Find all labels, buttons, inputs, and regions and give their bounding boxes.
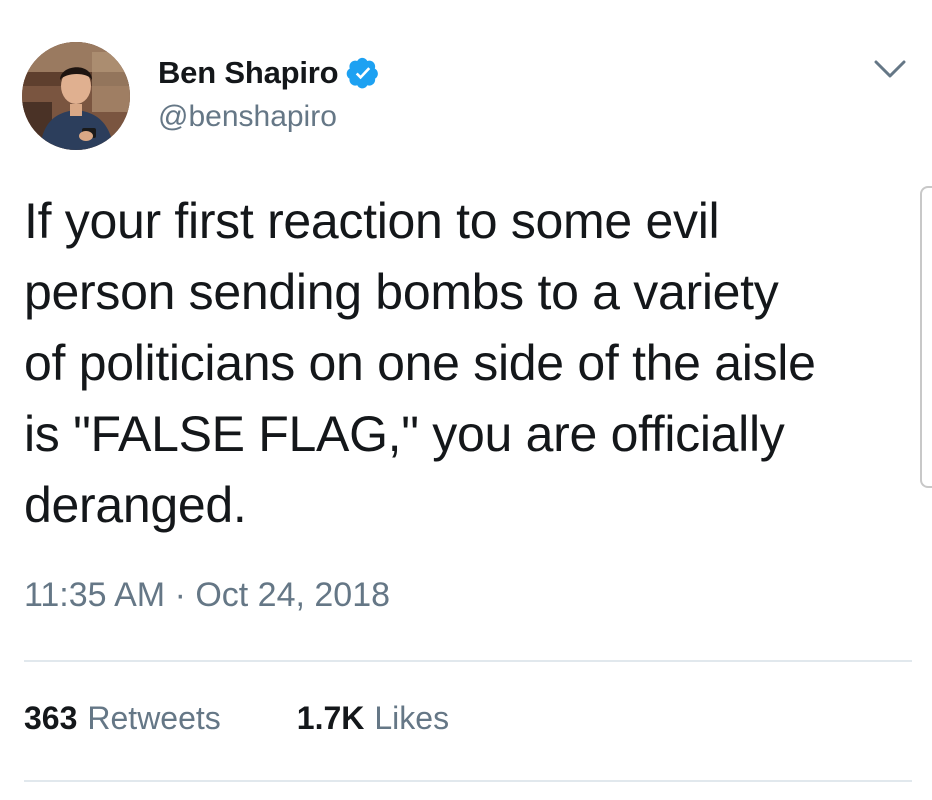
tweet-timestamp[interactable]: 11:35 AM · Oct 24, 2018 [24, 576, 390, 615]
verified-badge-icon [346, 56, 380, 90]
scroll-handle[interactable] [920, 186, 932, 488]
tweet-text-line: deranged. [24, 477, 247, 533]
divider [24, 780, 912, 782]
tweet-text: If your first reaction to some evil pers… [24, 186, 919, 541]
display-name[interactable]: Ben Shapiro [158, 55, 339, 91]
likes-stat[interactable]: 1.7K Likes [297, 700, 449, 737]
tweet-text-line: If your first reaction to some evil [24, 193, 720, 249]
tweet-text-line: person sending bombs to a variety [24, 264, 779, 320]
divider [24, 660, 912, 662]
retweets-stat[interactable]: 363 Retweets [24, 700, 221, 737]
likes-count: 1.7K [296, 700, 365, 736]
retweets-label: Retweets [87, 700, 221, 736]
likes-label: Likes [374, 700, 450, 736]
avatar[interactable] [22, 42, 130, 150]
retweets-count: 363 [24, 700, 78, 736]
tweet-text-line: is "FALSE FLAG," you are officially [24, 406, 785, 462]
tweet-text-line: of politicians on one side of the aisle [24, 335, 816, 391]
author-name-row: Ben Shapiro [158, 50, 380, 96]
tweet-stats: 363 Retweets 1.7K Likes [24, 700, 449, 737]
author-info: Ben Shapiro @benshapiro [158, 50, 380, 134]
chevron-down-icon[interactable] [872, 56, 908, 82]
author-handle[interactable]: @benshapiro [158, 100, 380, 134]
avatar-photo [22, 42, 130, 150]
